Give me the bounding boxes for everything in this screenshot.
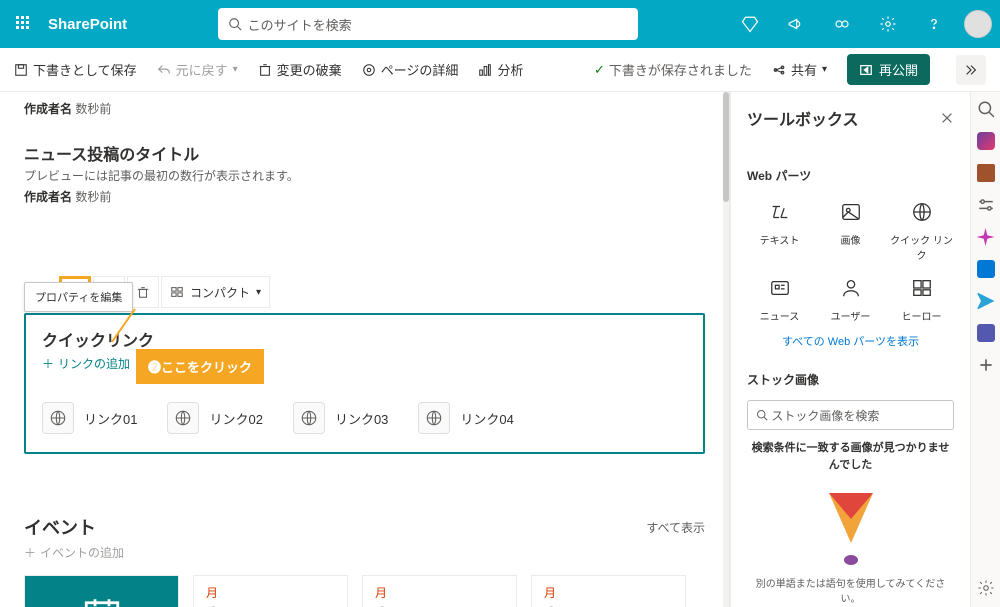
quick-link-item[interactable]: リンク04 bbox=[418, 402, 513, 434]
avatar[interactable] bbox=[964, 10, 992, 38]
app-launcher[interactable] bbox=[8, 8, 40, 40]
app-name: SharePoint bbox=[48, 16, 127, 33]
events-title: イベント bbox=[24, 514, 96, 540]
webpart-quicklinks[interactable]: クイック リンク bbox=[889, 196, 954, 262]
author-line-top: 作成者名 数秒前 bbox=[24, 100, 705, 117]
republish-button[interactable]: 再公開 bbox=[847, 54, 930, 85]
add-link-button[interactable]: ＋ リンクの追加 bbox=[42, 355, 130, 372]
webpart-text[interactable]: テキスト bbox=[747, 196, 812, 262]
premium-icon[interactable] bbox=[728, 0, 772, 48]
share-button[interactable]: 共有 ▾ bbox=[772, 60, 827, 79]
discard-button[interactable]: 変更の破棄 bbox=[258, 60, 342, 79]
stock-images-header: ストック画像 bbox=[747, 371, 954, 388]
briefcase-app-icon[interactable] bbox=[977, 164, 995, 182]
stock-search-input[interactable]: ストック画像を検索 bbox=[747, 400, 954, 430]
hero-icon bbox=[911, 277, 933, 299]
events-webpart[interactable]: イベント すべて表示 ＋ イベントの追加 月01 月01 月01 bbox=[24, 514, 705, 607]
rail-settings-icon[interactable] bbox=[977, 579, 995, 597]
webpart-hero[interactable]: ヒーロー bbox=[889, 272, 954, 323]
news-icon bbox=[769, 277, 791, 299]
analytics-icon bbox=[478, 63, 492, 77]
stock-hint: 別の単語または語句を使用してみてください。 bbox=[747, 577, 954, 607]
quicklinks-title: クイックリンク bbox=[42, 327, 687, 351]
stock-no-results: 検索条件に一致する画像が見つかりませんでした bbox=[747, 440, 954, 473]
add-event-button[interactable]: ＋ イベントの追加 bbox=[24, 544, 124, 561]
globe-icon bbox=[293, 402, 325, 434]
search-icon bbox=[228, 17, 242, 31]
discard-icon bbox=[258, 63, 272, 77]
save-status: 下書きが保存されました bbox=[594, 60, 752, 79]
news-title: ニュース投稿のタイトル bbox=[24, 141, 705, 165]
globe-icon bbox=[418, 402, 450, 434]
event-card-primary[interactable] bbox=[24, 575, 179, 607]
undo-icon bbox=[157, 63, 171, 77]
webpart-image[interactable]: 画像 bbox=[818, 196, 883, 262]
undo-button[interactable]: 元に戻す ▾ bbox=[157, 60, 238, 79]
quick-link-item[interactable]: リンク03 bbox=[293, 402, 388, 434]
save-draft-button[interactable]: 下書きとして保存 bbox=[14, 60, 137, 79]
search-input[interactable]: このサイトを検索 bbox=[218, 8, 638, 40]
outlook-app-icon[interactable] bbox=[977, 260, 995, 278]
globe-icon bbox=[911, 201, 933, 223]
save-icon bbox=[14, 63, 28, 77]
layout-icon bbox=[170, 285, 184, 299]
page-details-button[interactable]: ページの詳細 bbox=[362, 60, 459, 79]
webpart-news[interactable]: ニュース bbox=[747, 272, 812, 323]
share-icon bbox=[772, 63, 786, 77]
webpart-user[interactable]: ユーザー bbox=[818, 272, 883, 323]
no-results-illustration bbox=[826, 493, 876, 563]
search-icon bbox=[756, 409, 768, 421]
text-icon bbox=[769, 201, 791, 223]
news-webpart[interactable]: ニュース投稿のタイトル プレビューには記事の最初の数行が表示されます。 作成者名… bbox=[24, 141, 705, 205]
sparkle-app-icon[interactable] bbox=[977, 228, 995, 246]
collapse-panel-button[interactable] bbox=[956, 55, 986, 85]
globe-icon bbox=[42, 402, 74, 434]
command-bar: 下書きとして保存 元に戻す ▾ 変更の破棄 ページの詳細 分析 下書きが保存され… bbox=[0, 48, 1000, 92]
edit-properties-tooltip: プロパティを編集 bbox=[24, 282, 133, 312]
help-icon[interactable] bbox=[912, 0, 956, 48]
events-seeall[interactable]: すべて表示 bbox=[646, 519, 705, 536]
analytics-button[interactable]: 分析 bbox=[478, 60, 523, 79]
user-icon bbox=[840, 277, 862, 299]
calendar-icon bbox=[81, 594, 123, 607]
event-card[interactable]: 月01 bbox=[531, 575, 686, 607]
panel-title: ツールボックス bbox=[747, 106, 859, 130]
globe-icon bbox=[167, 402, 199, 434]
settings-icon[interactable] bbox=[866, 0, 910, 48]
quick-link-item[interactable]: リンク01 bbox=[42, 402, 137, 434]
quick-link-item[interactable]: リンク02 bbox=[167, 402, 262, 434]
megaphone-icon[interactable] bbox=[774, 0, 818, 48]
republish-icon bbox=[859, 63, 873, 77]
link-icon[interactable] bbox=[820, 0, 864, 48]
news-preview: プレビューには記事の最初の数行が表示されます。 bbox=[24, 167, 705, 184]
add-app-icon[interactable] bbox=[977, 356, 995, 374]
quicklinks-webpart[interactable]: クイックリンク ＋ リンクの追加 ❷ここをクリック リンク01 リンク02 リン… bbox=[24, 313, 705, 454]
app-rail bbox=[970, 92, 1000, 607]
teams-app-icon[interactable] bbox=[977, 324, 995, 342]
event-card[interactable]: 月01 bbox=[193, 575, 348, 607]
sliders-app-icon[interactable] bbox=[977, 196, 995, 214]
search-app-icon[interactable] bbox=[977, 100, 995, 118]
image-icon bbox=[840, 201, 862, 223]
details-icon bbox=[362, 63, 376, 77]
copilot-app-icon[interactable] bbox=[977, 132, 995, 150]
page-canvas: 作成者名 数秒前 ニュース投稿のタイトル プレビューには記事の最初の数行が表示さ… bbox=[0, 92, 730, 607]
close-icon[interactable] bbox=[940, 111, 954, 125]
layout-dropdown[interactable]: コンパクト ▾ bbox=[161, 276, 270, 308]
send-app-icon[interactable] bbox=[977, 292, 995, 310]
suite-bar: SharePoint このサイトを検索 bbox=[0, 0, 1000, 48]
scrollbar[interactable] bbox=[723, 92, 729, 607]
see-all-webparts[interactable]: すべての Web パーツを表示 bbox=[747, 333, 954, 349]
author-line-news: 作成者名 数秒前 bbox=[24, 188, 705, 205]
toolbox-panel: ツールボックス Web パーツ テキスト 画像 クイック リンク ニュース ユー… bbox=[730, 92, 970, 607]
event-card[interactable]: 月01 bbox=[362, 575, 517, 607]
webparts-header: Web パーツ bbox=[747, 167, 954, 184]
instruction-callout: ❷ここをクリック bbox=[136, 349, 264, 384]
search-placeholder: このサイトを検索 bbox=[248, 15, 352, 34]
